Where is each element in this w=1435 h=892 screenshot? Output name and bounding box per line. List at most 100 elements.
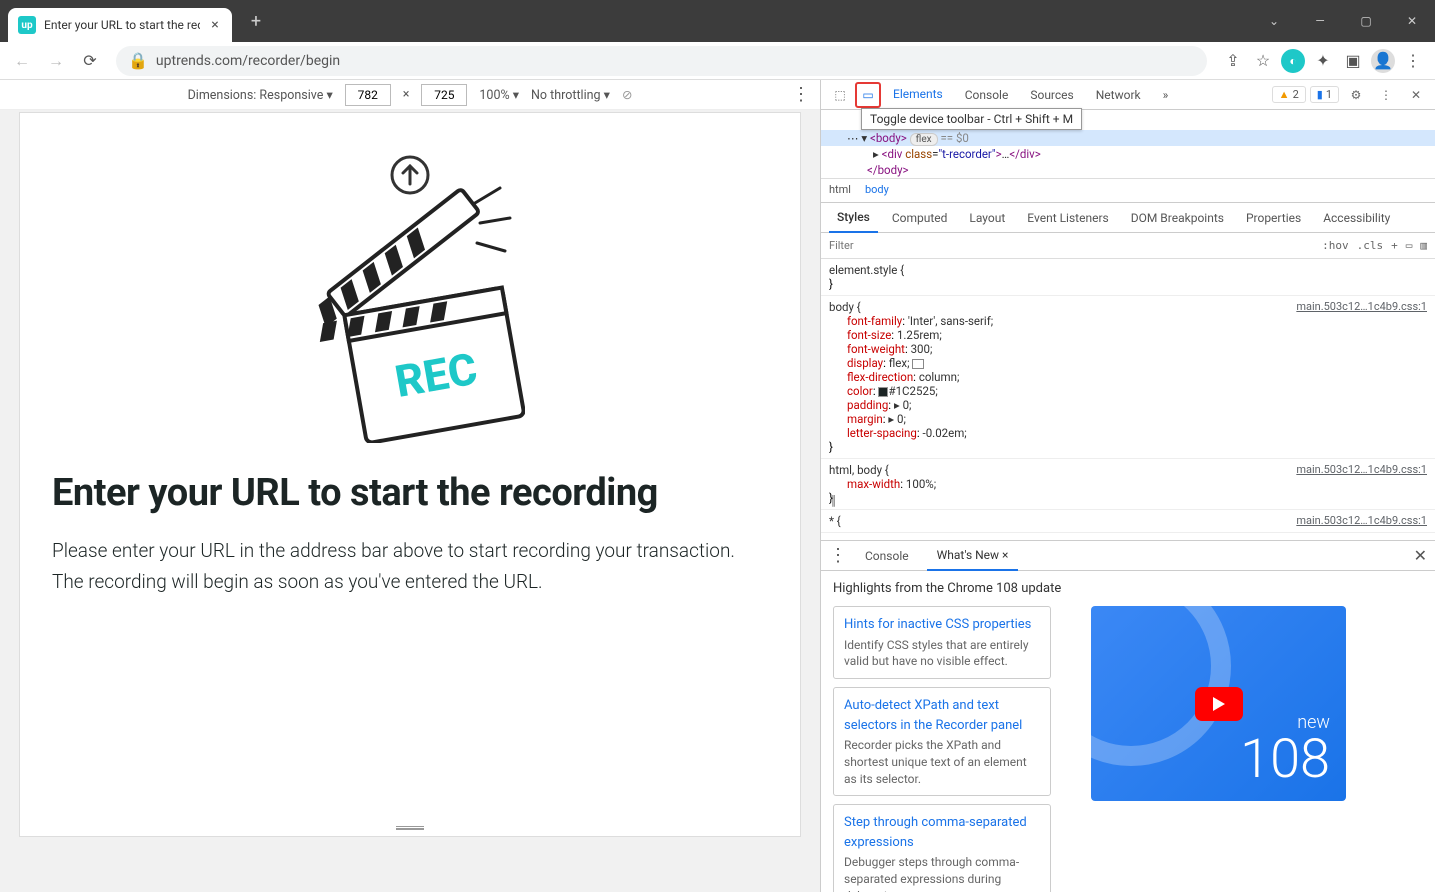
tab-network[interactable]: Network (1086, 80, 1151, 110)
drawer-menu-icon[interactable]: ⋮ (829, 545, 847, 566)
rotate-icon[interactable]: ⊘ (622, 87, 632, 103)
tab-elements[interactable]: Elements (883, 80, 953, 110)
reload-button[interactable]: ⟳ (76, 47, 104, 75)
whatsnew-card[interactable]: Hints for inactive CSS properties Identi… (833, 606, 1051, 679)
source-link[interactable]: main.503c12…1c4b9.css:1 (1296, 514, 1427, 527)
play-icon (1195, 687, 1243, 721)
new-tab-button[interactable]: + (242, 7, 270, 35)
hov-toggle[interactable]: :hov (1322, 239, 1349, 252)
hero-illustration: REC (52, 153, 768, 443)
drawer-tab-console[interactable]: Console (855, 541, 919, 571)
chevron-down-icon[interactable]: ⌄ (1251, 0, 1297, 42)
inspect-element-icon[interactable]: ⬚ (827, 82, 853, 108)
dom-node[interactable]: </body> (821, 162, 1435, 178)
crumb-html[interactable]: html (829, 183, 851, 196)
browser-tab[interactable]: up Enter your URL to start the recor × (8, 8, 232, 42)
tab-dom-breakpoints[interactable]: DOM Breakpoints (1123, 203, 1232, 233)
styles-filter-input[interactable] (829, 239, 1314, 252)
back-button[interactable]: ← (8, 47, 36, 75)
computed-toggle-icon[interactable]: ▭ (1406, 239, 1413, 252)
source-link[interactable]: main.503c12…1c4b9.css:1 (1296, 463, 1427, 476)
card-title: Auto-detect XPath and text selectors in … (844, 696, 1040, 735)
favicon: up (18, 16, 36, 34)
tab-accessibility[interactable]: Accessibility (1315, 203, 1398, 233)
address-bar[interactable]: 🔒 uptrends.com/recorder/begin (116, 46, 1207, 76)
settings-icon[interactable]: ⚙ (1343, 82, 1369, 108)
minimize-button[interactable]: — (1297, 0, 1343, 42)
tooltip: Toggle device toolbar - Ctrl + Shift + M (861, 108, 1082, 130)
styles-tabbar: Styles Computed Layout Event Listeners D… (821, 203, 1435, 233)
dom-node[interactable]: ▸ <div class="t-recorder">…</div> (821, 146, 1435, 162)
device-more-icon[interactable]: ⋮ (792, 84, 810, 105)
tab-title: Enter your URL to start the recor (44, 18, 200, 32)
css-rule[interactable]: element.style { } (821, 259, 1435, 296)
extension-uptrends-icon[interactable]: ◐ (1279, 47, 1307, 75)
extensions-icon[interactable]: ✦ (1309, 47, 1337, 75)
device-toolbar: Dimensions: Responsive ▾ × 100% ▾ No thr… (0, 80, 820, 110)
devtools-drawer: ⋮ Console What's New × ✕ Highlights from… (821, 540, 1435, 892)
dom-node-selected[interactable]: ⋯ ▾ <body> flex == $0 (821, 130, 1435, 146)
crumb-body[interactable]: body (865, 183, 889, 196)
tab-computed[interactable]: Computed (884, 203, 956, 233)
card-desc: Debugger steps through comma-separated e… (844, 854, 1040, 892)
css-rule[interactable]: main.503c12…1c4b9.css:1 body { font-fami… (821, 296, 1435, 459)
url-text: uptrends.com/recorder/begin (156, 53, 340, 69)
forward-button[interactable]: → (42, 47, 70, 75)
toggle-device-toolbar-icon[interactable]: ▭ (855, 82, 881, 108)
hero-version: 108 (1240, 733, 1330, 787)
whatsnew-card[interactable]: Auto-detect XPath and text selectors in … (833, 687, 1051, 796)
tab-layout[interactable]: Layout (961, 203, 1013, 233)
close-button[interactable]: ✕ (1389, 0, 1435, 42)
tab-sources[interactable]: Sources (1020, 80, 1083, 110)
devtools-tabbar: ⬚ ▭ Elements Console Sources Network » ▲… (821, 80, 1435, 110)
styles-filter-row: :hov .cls + ▭ ▥ (821, 233, 1435, 259)
styles-rules[interactable]: element.style { } main.503c12…1c4b9.css:… (821, 259, 1435, 540)
card-title: Hints for inactive CSS properties (844, 615, 1040, 635)
new-style-icon[interactable]: + (1391, 239, 1398, 252)
devtools-panel: ⬚ ▭ Elements Console Sources Network » ▲… (820, 80, 1435, 892)
whatsnew-video[interactable]: new 108 (1091, 606, 1346, 801)
width-input[interactable] (345, 84, 391, 106)
warnings-badge[interactable]: ▲2 (1272, 86, 1306, 103)
devtools-close-icon[interactable]: ✕ (1403, 82, 1429, 108)
tab-more-icon[interactable]: » (1153, 80, 1179, 110)
drawer-body: Highlights from the Chrome 108 update Hi… (821, 571, 1435, 892)
sidebar-toggle-icon[interactable]: ▥ (1420, 239, 1427, 252)
drawer-close-icon[interactable]: ✕ (1414, 546, 1427, 565)
maximize-button[interactable]: ▢ (1343, 0, 1389, 42)
profile-avatar[interactable]: 👤 (1369, 47, 1397, 75)
sidepanel-icon[interactable]: ▣ (1339, 47, 1367, 75)
zoom-dropdown[interactable]: 100% ▾ (479, 87, 519, 103)
cls-toggle[interactable]: .cls (1357, 239, 1384, 252)
height-input[interactable] (421, 84, 467, 106)
throttling-dropdown[interactable]: No throttling ▾ (531, 87, 610, 103)
messages-badge[interactable]: ▮1 (1310, 86, 1339, 103)
device-viewport-area: REC Enter your URL to start the recordin… (0, 110, 820, 892)
drawer-tab-whatsnew[interactable]: What's New × (927, 541, 1019, 571)
menu-icon[interactable]: ⋮ (1399, 47, 1427, 75)
bookmark-icon[interactable]: ☆ (1249, 47, 1277, 75)
highlights-title: Highlights from the Chrome 108 update (833, 581, 1423, 596)
page-heading: Enter your URL to start the recording (52, 471, 768, 515)
tab-properties[interactable]: Properties (1238, 203, 1309, 233)
card-desc: Recorder picks the XPath and shortest un… (844, 737, 1040, 787)
resize-handle-bottom[interactable] (396, 826, 424, 830)
lock-icon: 🔒 (128, 51, 148, 70)
source-link[interactable]: main.503c12…1c4b9.css:1 (1296, 300, 1427, 313)
whatsnew-card[interactable]: Step through comma-separated expressions… (833, 804, 1051, 892)
tab-console[interactable]: Console (955, 80, 1019, 110)
page-viewport: REC Enter your URL to start the recordin… (19, 112, 801, 837)
color-swatch[interactable] (878, 387, 888, 397)
share-icon[interactable]: ⇪ (1219, 47, 1247, 75)
tab-close-icon[interactable]: × (208, 18, 222, 32)
flexbox-editor-icon[interactable] (912, 359, 924, 369)
css-rule[interactable]: main.503c12…1c4b9.css:1 html, body { max… (821, 459, 1435, 510)
card-desc: Identify CSS styles that are entirely va… (844, 637, 1040, 671)
devtools-menu-icon[interactable]: ⋮ (1373, 82, 1399, 108)
drawer-tabbar: ⋮ Console What's New × ✕ (821, 541, 1435, 571)
dimension-separator: × (403, 87, 410, 102)
css-rule[interactable]: main.503c12…1c4b9.css:1 * { (821, 510, 1435, 533)
dimensions-dropdown[interactable]: Dimensions: Responsive ▾ (188, 87, 333, 103)
tab-event-listeners[interactable]: Event Listeners (1019, 203, 1116, 233)
tab-styles[interactable]: Styles (829, 203, 878, 233)
